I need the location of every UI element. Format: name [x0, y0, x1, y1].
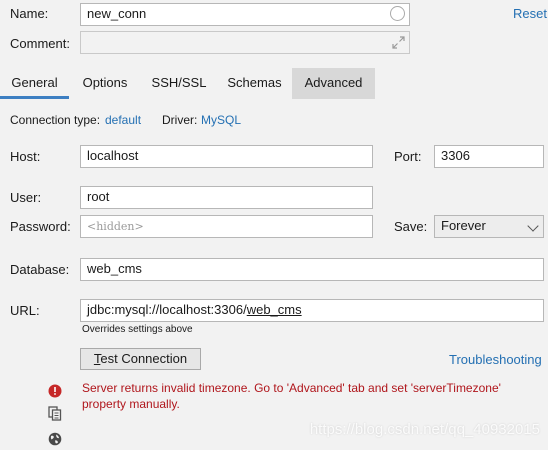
save-select[interactable]: Forever: [434, 215, 544, 238]
connection-type-link[interactable]: default: [105, 113, 141, 127]
url-note: Overrides settings above: [82, 324, 193, 335]
test-connection-button[interactable]: Test Connection: [80, 348, 201, 370]
chevron-down-icon: [527, 220, 539, 232]
user-input[interactable]: root: [80, 186, 373, 209]
url-input[interactable]: jdbc:mysql://localhost:3306/web_cms: [80, 299, 544, 322]
watermark-text: https://blog.csdn.net/qq_40932015: [309, 421, 540, 438]
port-label: Port:: [394, 149, 422, 164]
test-connection-label: est Connection: [100, 351, 188, 366]
name-input[interactable]: new_conn: [80, 3, 410, 26]
name-label: Name:: [10, 6, 49, 21]
save-label: Save:: [394, 219, 428, 234]
globe-icon[interactable]: [48, 432, 62, 446]
url-database-part: web_cms: [246, 302, 302, 317]
tab-options[interactable]: Options: [69, 68, 141, 99]
url-prefix: jdbc:mysql://localhost:3306/: [87, 302, 247, 317]
password-label: Password:: [10, 219, 71, 234]
database-input[interactable]: web_cms: [80, 258, 544, 281]
error-message: Server returns invalid timezone. Go to '…: [82, 381, 501, 411]
password-placeholder: <hidden>: [87, 220, 144, 233]
comment-field[interactable]: [80, 31, 410, 54]
user-label: User:: [10, 190, 42, 205]
tab-bar: General Options SSH/SSL Schemas Advanced: [0, 68, 548, 99]
driver-label: Driver:: [162, 113, 198, 127]
tab-ssh-ssl[interactable]: SSH/SSL: [141, 68, 217, 99]
tab-advanced[interactable]: Advanced: [292, 68, 375, 99]
url-label: URL:: [10, 303, 40, 318]
expand-icon[interactable]: [392, 36, 405, 49]
name-value: new_conn: [87, 6, 147, 21]
password-input[interactable]: <hidden>: [80, 215, 373, 238]
tab-general[interactable]: General: [0, 68, 69, 99]
connection-type-label: Connection type:: [10, 113, 101, 127]
driver-link[interactable]: MySQL: [201, 113, 241, 127]
database-label: Database:: [10, 262, 70, 277]
host-input[interactable]: localhost: [80, 145, 373, 168]
save-value: Forever: [441, 218, 486, 233]
troubleshooting-link[interactable]: Troubleshooting: [449, 352, 542, 367]
copy-icon[interactable]: [48, 406, 62, 421]
tab-schemas[interactable]: Schemas: [217, 68, 292, 99]
port-input[interactable]: 3306: [434, 145, 544, 168]
error-icon: [48, 384, 62, 398]
circle-icon[interactable]: [390, 6, 405, 21]
host-label: Host:: [10, 149, 41, 164]
comment-label: Comment:: [10, 36, 70, 51]
reset-link[interactable]: Reset: [513, 6, 547, 21]
